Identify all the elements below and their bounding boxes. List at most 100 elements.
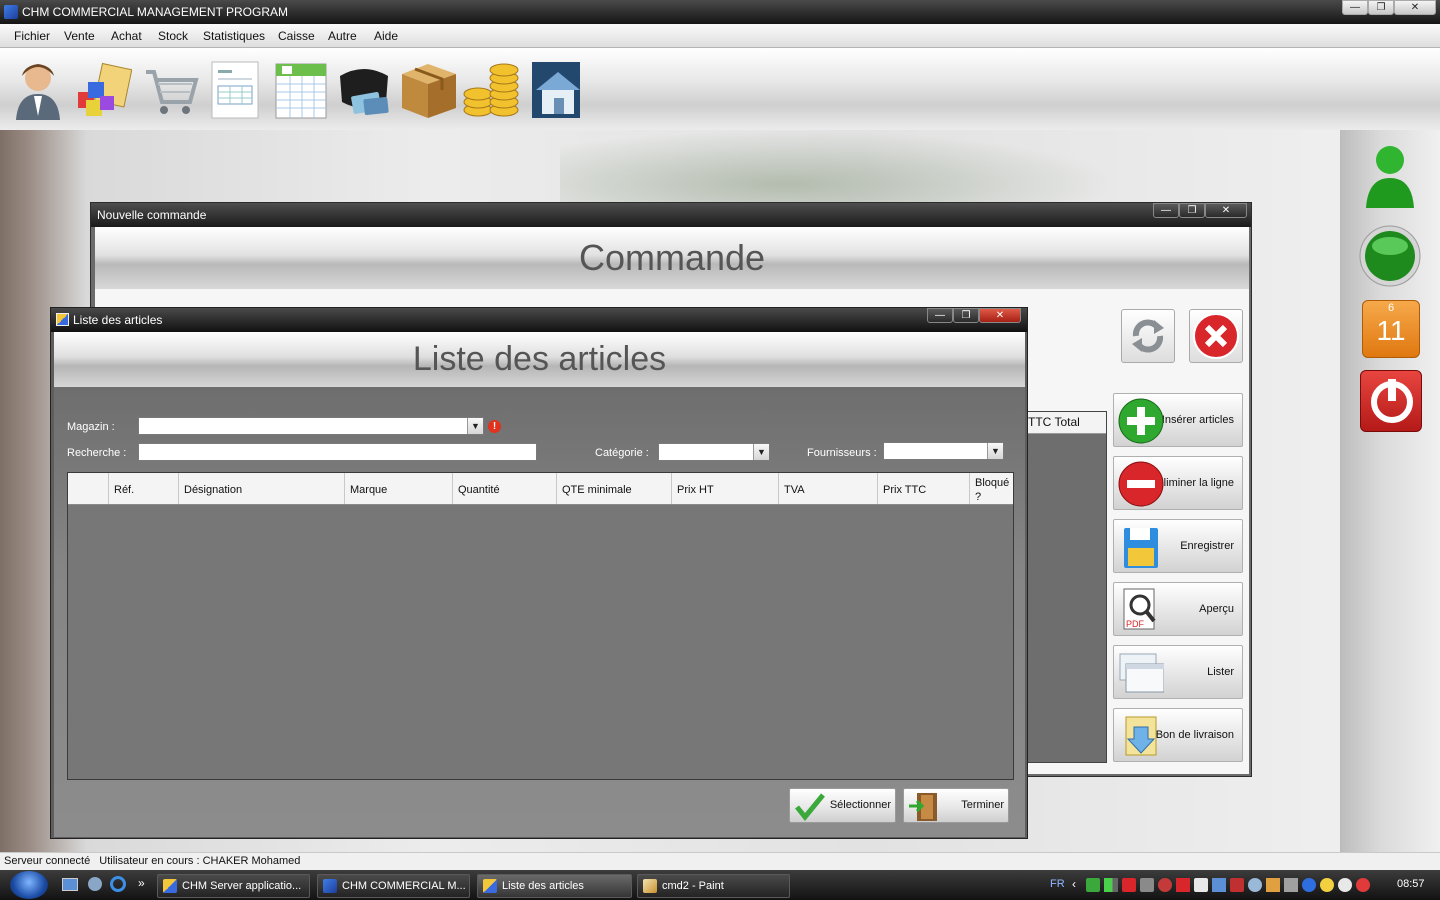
taskbar: » CHM Server applicatio... CHM COMMERCIA… — [0, 870, 1440, 900]
language-indicator[interactable]: FR — [1050, 878, 1065, 890]
restore-button[interactable]: ❐ — [1368, 0, 1394, 15]
order-window-title-bar: Nouvelle commande — ❐ ✕ — [91, 203, 1251, 227]
wallet-icon[interactable] — [334, 56, 394, 120]
invoice-icon[interactable] — [206, 56, 266, 120]
column-tva[interactable]: TVA — [779, 473, 878, 504]
order-lines-grid[interactable]: TTC Total — [1025, 411, 1107, 763]
task-chm-commercial[interactable]: CHM COMMERCIAL M... — [317, 874, 470, 898]
messenger-icon[interactable] — [1320, 878, 1334, 892]
order-close-button[interactable]: ✕ — [1205, 203, 1247, 218]
order-window-title: Nouvelle commande — [97, 208, 207, 222]
network-icon[interactable] — [1086, 878, 1100, 892]
bluetooth-icon[interactable] — [1302, 878, 1316, 892]
device-icon[interactable] — [1140, 878, 1154, 892]
clock[interactable]: 08:57 — [1397, 878, 1425, 890]
refresh-button[interactable] — [1121, 309, 1175, 363]
task-liste-articles[interactable]: Liste des articles — [477, 874, 632, 898]
articles-grid[interactable]: Réf. Désignation Marque Quantité QTE min… — [67, 472, 1014, 780]
signal-icon[interactable] — [1104, 878, 1118, 892]
house-icon[interactable] — [528, 56, 588, 120]
coins-icon[interactable] — [462, 56, 522, 120]
notification-icon[interactable] — [1356, 878, 1370, 892]
power-icon[interactable] — [1360, 370, 1422, 432]
security-alert-icon[interactable] — [1122, 878, 1136, 892]
spreadsheet-icon[interactable] — [272, 56, 332, 120]
preview-button[interactable]: PDF Aperçu — [1113, 582, 1243, 636]
chat-icon[interactable] — [1338, 878, 1352, 892]
antivirus-icon[interactable] — [1158, 878, 1172, 892]
show-desktop-icon[interactable] — [62, 878, 78, 891]
cart-icon[interactable] — [140, 56, 200, 120]
articles-minimize-button[interactable]: — — [927, 308, 953, 323]
display-icon[interactable] — [1212, 878, 1226, 892]
save-label: Enregistrer — [1180, 540, 1234, 552]
close-button[interactable]: ✕ — [1394, 0, 1436, 15]
pdf-preview-icon: PDF — [1118, 587, 1164, 633]
cancel-order-button[interactable] — [1189, 309, 1243, 363]
calendar-icon[interactable]: 6 11 — [1362, 300, 1420, 358]
menu-fichier[interactable]: Fichier — [14, 29, 50, 43]
chevron-down-icon[interactable]: ▼ — [467, 418, 483, 434]
menu-achat[interactable]: Achat — [111, 29, 142, 43]
server-status: Serveur connecté — [4, 855, 91, 867]
category-combobox[interactable]: ▼ — [658, 443, 770, 461]
update-icon[interactable] — [1266, 878, 1280, 892]
task-chm-server[interactable]: CHM Server applicatio... — [157, 874, 310, 898]
finish-label: Terminer — [961, 799, 1004, 811]
chevron-right-icon[interactable]: » — [138, 876, 145, 890]
column-qte-minimale[interactable]: QTE minimale — [557, 473, 672, 504]
tray-app-icon[interactable] — [1194, 878, 1208, 892]
user-icon[interactable] — [8, 56, 68, 120]
menu-autre[interactable]: Autre — [328, 29, 357, 43]
minimize-button[interactable]: — — [1342, 0, 1368, 15]
network-error-icon[interactable] — [1176, 878, 1190, 892]
chevron-down-icon[interactable]: ▼ — [987, 443, 1003, 459]
column-designation[interactable]: Désignation — [179, 473, 345, 504]
column-marque[interactable]: Marque — [345, 473, 453, 504]
app-window-icon — [323, 879, 337, 893]
remove-line-button[interactable]: Eliminer la ligne — [1113, 456, 1243, 510]
media-player-icon[interactable] — [88, 877, 102, 891]
menu-aide[interactable]: Aide — [374, 29, 398, 43]
calendar-month: 6 — [1387, 302, 1395, 314]
internet-explorer-icon[interactable] — [110, 876, 126, 892]
order-restore-button[interactable]: ❐ — [1179, 203, 1205, 218]
column-ref[interactable]: Réf. — [109, 473, 179, 504]
column-prix-ht[interactable]: Prix HT — [672, 473, 779, 504]
category-label: Catégorie : — [595, 447, 649, 459]
minus-icon — [1118, 461, 1164, 507]
suppliers-combobox[interactable]: ▼ — [883, 442, 1004, 460]
cancel-icon — [1193, 313, 1239, 359]
task-label: cmd2 - Paint — [662, 880, 724, 892]
menu-statistiques[interactable]: Statistiques — [203, 29, 265, 43]
column-bloque[interactable]: Bloqué ? — [970, 473, 1013, 504]
order-minimize-button[interactable]: — — [1153, 203, 1179, 218]
chevron-down-icon[interactable]: ▼ — [753, 444, 769, 460]
column-quantite[interactable]: Quantité — [453, 473, 557, 504]
toolbar — [0, 48, 1440, 130]
insert-articles-button[interactable]: Insérer articles — [1113, 393, 1243, 447]
column-prix-ttc[interactable]: Prix TTC — [878, 473, 970, 504]
chevron-left-icon[interactable]: ‹ — [1072, 877, 1076, 891]
battery-icon[interactable] — [1230, 878, 1244, 892]
box-icon[interactable] — [398, 56, 458, 120]
finish-button[interactable]: Terminer — [903, 788, 1009, 823]
printer-icon[interactable] — [1284, 878, 1298, 892]
products-icon[interactable] — [72, 56, 133, 120]
articles-close-button[interactable]: ✕ — [979, 308, 1021, 323]
menu-caisse[interactable]: Caisse — [278, 29, 315, 43]
task-paint[interactable]: cmd2 - Paint — [637, 874, 790, 898]
connected-user-icon[interactable] — [1362, 140, 1418, 210]
store-combobox[interactable]: ▼ — [138, 417, 484, 435]
menu-stock[interactable]: Stock — [158, 29, 188, 43]
menu-vente[interactable]: Vente — [64, 29, 95, 43]
delivery-note-button[interactable]: Bon de livraison — [1113, 708, 1243, 762]
start-button[interactable] — [10, 871, 48, 899]
search-input[interactable] — [138, 443, 537, 461]
list-button[interactable]: Lister — [1113, 645, 1243, 699]
volume-icon[interactable] — [1248, 878, 1262, 892]
column-row-selector[interactable] — [68, 473, 109, 504]
select-button[interactable]: Sélectionner — [789, 788, 896, 823]
articles-restore-button[interactable]: ❐ — [953, 308, 979, 323]
save-button[interactable]: Enregistrer — [1113, 519, 1243, 573]
